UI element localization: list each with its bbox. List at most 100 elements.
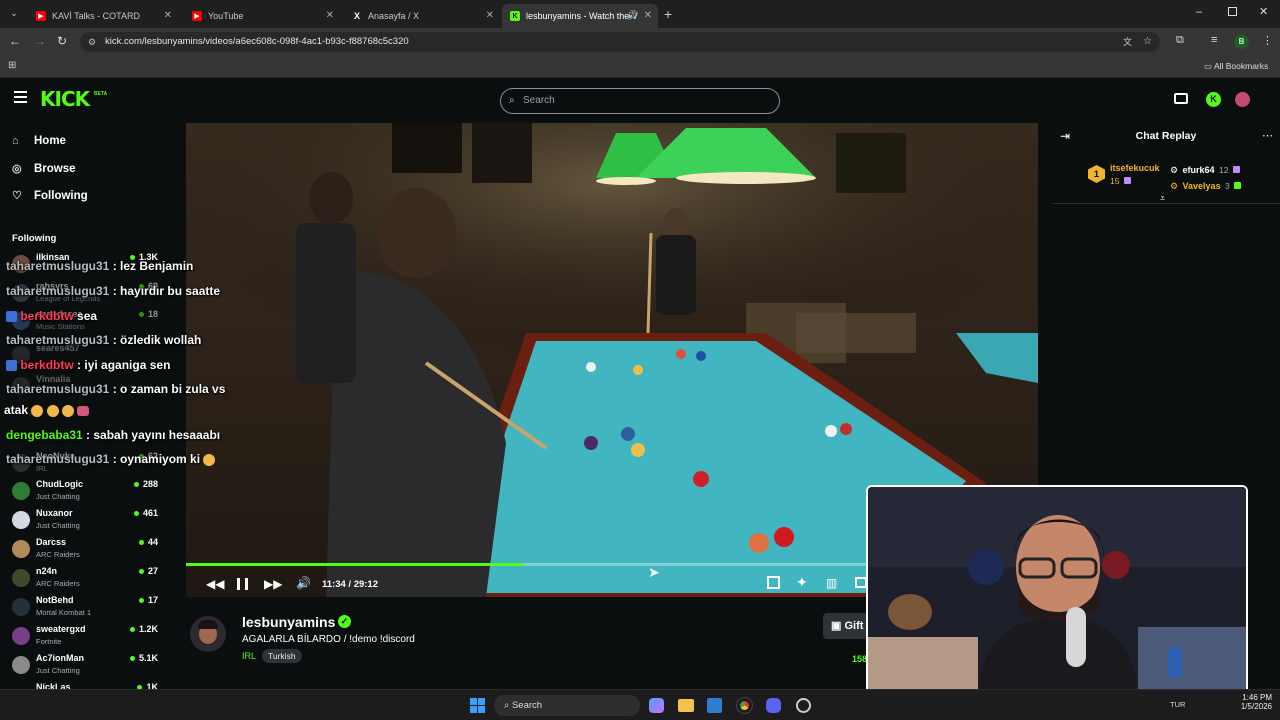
- profile-avatar[interactable]: B: [1234, 34, 1249, 49]
- user-avatar[interactable]: [1235, 92, 1250, 107]
- apps-grid-icon[interactable]: ⊞: [8, 60, 16, 71]
- chat-message: berkdbtw sea: [6, 309, 97, 323]
- search-input[interactable]: ⌕ Search: [500, 88, 780, 114]
- discord-icon[interactable]: [766, 698, 781, 713]
- clip-crop-icon[interactable]: [767, 576, 780, 589]
- chat-message: berkdbtw : iyi aganiga sen: [6, 358, 170, 372]
- chat-username: berkdbtw: [20, 309, 74, 323]
- chat-options-icon[interactable]: ⋯: [1262, 129, 1273, 142]
- copilot-icon[interactable]: [649, 698, 664, 713]
- emote-icon: [46, 404, 59, 417]
- close-window-button[interactable]: ✕: [1259, 5, 1268, 18]
- viewer-count: 17: [139, 595, 158, 605]
- folder-icon: ▭: [1204, 61, 1213, 71]
- browser-tab-bar: ⌄ ▶ KAVİ Talks - COTARD ✕ ▶ YouTube ✕ X …: [0, 0, 1280, 28]
- kick-coin-icon[interactable]: K: [1206, 92, 1221, 107]
- badge-icon: [6, 311, 17, 323]
- rewind-icon[interactable]: ◀◀: [206, 577, 224, 591]
- channel-row[interactable]: Nuxanor Just Chatting 461: [12, 508, 162, 537]
- nav-home[interactable]: ⌂ Home: [12, 135, 66, 147]
- browser-menu-icon[interactable]: ⋮: [1262, 34, 1273, 47]
- reload-button[interactable]: ↻: [57, 34, 67, 48]
- close-icon[interactable]: ✕: [486, 10, 494, 21]
- following-heading: Following: [12, 233, 57, 244]
- kick-logo[interactable]: KICK: [40, 87, 90, 111]
- nav-browse[interactable]: ◎ Browse: [12, 162, 76, 176]
- chat-username: taharetmuslugu31: [6, 382, 110, 396]
- forward-button[interactable]: →: [34, 34, 46, 48]
- channel-row[interactable]: n24n ARC Raiders 27: [12, 566, 162, 595]
- chat-username: taharetmuslugu31: [6, 452, 110, 466]
- emote-icon: [31, 404, 44, 417]
- new-tab-button[interactable]: +: [664, 6, 672, 22]
- category-link[interactable]: IRL: [242, 651, 256, 661]
- channel-row[interactable]: Darcss ARC Raiders 44: [12, 537, 162, 566]
- speaker-icon[interactable]: 🔊: [627, 10, 638, 21]
- reading-list-icon[interactable]: ≡: [1211, 34, 1217, 46]
- leader-value: 15: [1110, 176, 1120, 186]
- channel-row[interactable]: ChudLogic Just Chatting 288: [12, 479, 162, 508]
- channel-name: NotBehd: [36, 595, 74, 605]
- channel-row[interactable]: NotBehd Mortal Kombat 1 17: [12, 595, 162, 624]
- chat-username: taharetmuslugu31: [6, 259, 110, 273]
- taskbar-search-label: Search: [511, 700, 543, 711]
- stats-icon[interactable]: ▥: [826, 576, 837, 590]
- pause-icon[interactable]: [237, 578, 248, 590]
- chat-message: taharetmuslugu31 : lez Benjamin: [6, 259, 194, 273]
- app-icon[interactable]: [796, 698, 811, 713]
- channel-row[interactable]: sweatergxd Fortnite 1.2K: [12, 624, 162, 653]
- leader-name: Vavelyas: [1182, 181, 1221, 191]
- bookmark-star-icon[interactable]: ☆: [1143, 32, 1152, 52]
- language-tag[interactable]: Turkish: [262, 649, 302, 663]
- clock[interactable]: 1:46 PM 1/5/2026: [1228, 693, 1272, 711]
- windows-start-icon[interactable]: [470, 698, 485, 713]
- verified-icon: ✓: [338, 615, 351, 628]
- search-icon: ⌕: [509, 95, 515, 106]
- close-icon[interactable]: ✕: [644, 10, 652, 21]
- taskbar-search[interactable]: ⌕ Search: [494, 695, 640, 716]
- chat-text: sabah yayını hesaaabı: [93, 428, 221, 442]
- leaderboard-entry: ⚙ Vavelyas 3: [1170, 176, 1242, 194]
- close-icon[interactable]: ✕: [164, 10, 172, 21]
- tray-lang[interactable]: TUR: [1170, 700, 1185, 709]
- chat-message: dengebaba31 : sabah yayını hesaaabı: [6, 428, 221, 442]
- sparkle-icon[interactable]: ✦: [796, 574, 808, 591]
- emote-icon: [62, 404, 75, 417]
- menu-icon[interactable]: [14, 91, 27, 103]
- store-icon[interactable]: [707, 698, 722, 713]
- viewer-count: 27: [139, 566, 158, 576]
- tab-kick-active[interactable]: K lesbunyamins - Watch the V 🔊 ✕: [502, 4, 658, 28]
- tab-list-icon[interactable]: ⌄: [8, 8, 20, 20]
- tab-youtube[interactable]: ▶ YouTube ✕: [184, 4, 340, 28]
- avatar: [12, 511, 30, 529]
- all-bookmarks-button[interactable]: ▭ All Bookmarks: [1204, 61, 1268, 72]
- channel-name[interactable]: lesbunyamins: [242, 614, 335, 630]
- channel-name: Nuxanor: [36, 508, 73, 518]
- volume-icon[interactable]: 🔊: [296, 576, 311, 590]
- tab-x[interactable]: X Anasayfa / X ✕: [344, 4, 500, 28]
- streamer-avatar[interactable]: [190, 616, 226, 652]
- emote-icon: [203, 453, 216, 466]
- minimize-button[interactable]: –: [1196, 6, 1202, 18]
- close-icon[interactable]: ✕: [326, 10, 334, 21]
- time-display: 11:34 / 29:12: [322, 579, 378, 590]
- back-button[interactable]: ←: [9, 34, 21, 48]
- site-info-icon[interactable]: ⚙: [88, 32, 96, 52]
- fast-forward-icon[interactable]: ▶▶: [264, 577, 282, 591]
- maximize-button[interactable]: [1228, 7, 1237, 16]
- viewer-count: 5.1K: [130, 653, 158, 663]
- translate-icon[interactable]: 文: [1123, 32, 1132, 52]
- tab-title: YouTube: [208, 11, 244, 21]
- nav-following[interactable]: ♡ Following: [12, 189, 88, 203]
- url-field[interactable]: ⚙ kick.com/lesbunyamins/videos/a6ec608c-…: [80, 32, 1160, 52]
- tab-kavi-talks[interactable]: ▶ KAVİ Talks - COTARD ✕: [28, 4, 178, 28]
- channel-row[interactable]: Ac7ionMan Just Chatting 5.1K: [12, 653, 162, 682]
- chat-text: atak: [4, 403, 29, 417]
- kick-header: KICK BETA ⌕ Search K: [0, 79, 1280, 123]
- browser-toolbar: ← → ↻ ⚙ kick.com/lesbunyamins/videos/a6e…: [0, 28, 1280, 56]
- chrome-icon[interactable]: [736, 697, 753, 714]
- extensions-icon[interactable]: ⧉: [1176, 34, 1184, 47]
- viewer-count-partial: 158: [852, 654, 868, 664]
- rewards-icon[interactable]: [1174, 93, 1188, 104]
- file-explorer-icon[interactable]: [678, 699, 694, 712]
